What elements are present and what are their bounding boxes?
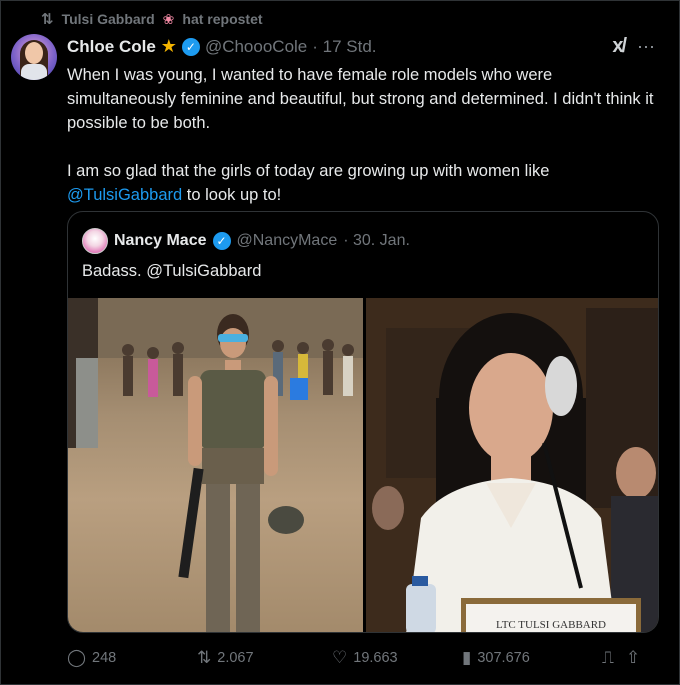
tweet-time[interactable]: · 17 Std. xyxy=(312,37,376,57)
repost-count: 2.067 xyxy=(217,650,254,666)
media-photo-field[interactable] xyxy=(68,298,363,632)
view-count: 307.676 xyxy=(477,650,530,666)
flower-emoji-icon: ❀ xyxy=(162,10,175,27)
tweet-text-segment: to look up to! xyxy=(182,186,282,204)
share-button[interactable]: ⇧ xyxy=(626,648,650,668)
author-handle[interactable]: @ChoooCole xyxy=(205,37,307,57)
verified-badge-icon[interactable]: ✓ xyxy=(181,37,200,56)
quoted-avatar[interactable] xyxy=(82,228,108,254)
quoted-author-handle[interactable]: @NancyMace xyxy=(237,232,338,250)
repost-button[interactable]: ⇅ 2.067 xyxy=(197,648,332,668)
avatar-face xyxy=(25,42,43,64)
photo-senate-hearing: LTC TULSI GABBARD xyxy=(366,298,658,632)
tweet-stats-bar: ◯ 248 ⇅ 2.067 ♡ 19.663 ▮ 307.676 ⎍ ⇧ xyxy=(67,648,662,668)
views-chart-icon: ▮ xyxy=(462,648,472,667)
avatar-shirt xyxy=(21,64,47,80)
star-icon: ★ xyxy=(160,36,177,56)
reply-count: 248 xyxy=(92,650,117,666)
quoted-tweet[interactable]: Nancy Mace ✓ @NancyMace · 30. Jan. Badas… xyxy=(67,211,659,633)
repost-icon: ⇅ xyxy=(41,11,54,28)
reply-icon: ◯ xyxy=(67,648,87,667)
quoted-text: Badass. @TulsiGabbard xyxy=(82,262,262,280)
tweet-text: When I was young, I wanted to have femal… xyxy=(67,63,662,231)
repost-user[interactable]: Tulsi Gabbard xyxy=(62,11,155,27)
heart-icon: ♡ xyxy=(332,648,348,667)
author-name[interactable]: Chloe Cole xyxy=(67,37,156,57)
quoted-author-name[interactable]: Nancy Mace xyxy=(114,232,207,250)
bookmark-icon: ⎍ xyxy=(602,648,614,667)
repost-icon: ⇅ xyxy=(197,648,212,667)
grok-icon[interactable]: x/ xyxy=(612,35,627,58)
repost-label: hat repostet xyxy=(182,11,263,27)
like-button[interactable]: ♡ 19.663 xyxy=(332,648,462,668)
photo-soldier-field xyxy=(68,298,363,632)
tweet-actions-top: x/ ··· xyxy=(612,35,655,58)
like-count: 19.663 xyxy=(353,650,398,666)
bookmark-button[interactable]: ⎍ xyxy=(602,648,626,668)
tweet-paragraph-1: When I was young, I wanted to have femal… xyxy=(67,66,654,132)
media-photo-hearing[interactable]: LTC TULSI GABBARD xyxy=(366,298,658,632)
repost-header[interactable]: ⇅ Tulsi Gabbard ❀ hat repostet xyxy=(41,10,263,29)
more-options-icon[interactable]: ··· xyxy=(637,36,655,57)
verified-badge-icon[interactable]: ✓ xyxy=(212,232,231,250)
nameplate-text: LTC TULSI GABBARD xyxy=(496,619,606,631)
tweet-text-segment: I am so glad that the girls of today are… xyxy=(67,162,550,180)
mention-link[interactable]: @TulsiGabbard xyxy=(67,186,182,204)
quoted-header: Nancy Mace ✓ @NancyMace · 30. Jan. xyxy=(82,228,410,254)
tweet-paragraph-2: I am so glad that the girls of today are… xyxy=(67,159,662,207)
views-button[interactable]: ▮ 307.676 xyxy=(462,648,602,668)
share-icon: ⇧ xyxy=(626,648,641,667)
reply-button[interactable]: ◯ 248 xyxy=(67,648,197,668)
author-avatar[interactable] xyxy=(11,34,57,80)
tweet-header: Chloe Cole ★ ✓ @ChoooCole · 17 Std. xyxy=(67,36,607,57)
quoted-time[interactable]: · 30. Jan. xyxy=(343,232,410,250)
tweet-frame: ⇅ Tulsi Gabbard ❀ hat repostet Chloe Col… xyxy=(0,0,680,685)
